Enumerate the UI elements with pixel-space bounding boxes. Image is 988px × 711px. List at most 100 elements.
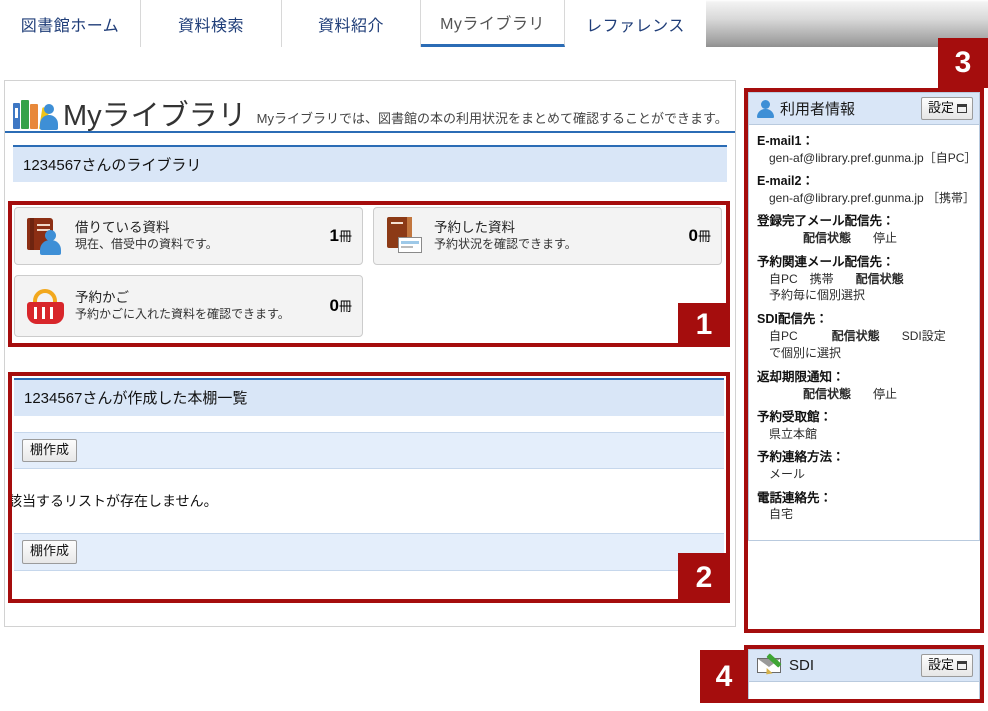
field-due-notice: 返却期限通知： 配信状態 停止 [757, 369, 971, 403]
bookshelf-toolbar-bottom: 棚作成 [14, 533, 724, 571]
field-note: 予約毎に個別選択 [769, 288, 866, 303]
settings-button-label: 設定 [927, 100, 954, 116]
top-navigation: 図書館ホーム 資料検索 資料紹介 Myライブラリ レファレンス [0, 0, 988, 47]
book-with-person-icon [25, 215, 67, 257]
status-label: 配信状態 [803, 231, 852, 245]
field-label: E-mail2： [757, 174, 814, 189]
card-count-value: 0 [688, 226, 698, 245]
page-subtitle: Myライブラリでは、図書館の本の利用状況をまとめて確認することができます。 [256, 111, 728, 126]
bookshelf-section-heading: 1234567さんが作成した本棚一覧 [14, 378, 724, 416]
user-info-panel-body: E-mail1： gen-af@library.pref.gunma.jp［自P… [749, 125, 979, 540]
books-and-user-icon [13, 97, 58, 131]
card-count-value: 1 [329, 226, 339, 245]
bookshelf-empty-message: 該当するリストが存在しません。 [8, 469, 724, 534]
bookshelf-spacer [14, 416, 724, 432]
card-description: 予約状況を確認できます。 [434, 236, 577, 251]
sdi-panel-header: SDI 設定 [749, 650, 979, 682]
sdi-panel: SDI 設定 [748, 649, 980, 703]
summary-cards: 借りている資料 現在、借受中の資料です。 1冊 予約した資料 予約状況を確認でき… [14, 207, 724, 347]
field-phone-contact: 電話連絡先： 自宅 [757, 490, 971, 523]
sdi-settings-button[interactable]: 設定 [920, 654, 973, 677]
library-section-heading: 1234567さんのライブラリ [13, 145, 727, 182]
field-pickup-library: 予約受取館： 県立本館 [757, 409, 971, 442]
field-sdi-delivery: SDI配信先： 自PC 配信状態 SDI設定 で個別に選択 [757, 311, 971, 361]
nav-tab-library-home[interactable]: 図書館ホーム [0, 0, 141, 47]
field-value: 県立本館 [769, 427, 818, 442]
field-label: 電話連絡先： [757, 490, 833, 505]
page-title: Myライブラリ [63, 100, 247, 132]
bookshelf-empty-text: 該当するリストが存在しません。 [8, 493, 218, 510]
field-value: メール [769, 467, 806, 482]
status-label: 配信状態 [831, 329, 880, 344]
field-reservation-mail: 予約関連メール配信先： 自PC 携帯 配信状態 予約毎に個別選択 [757, 254, 971, 304]
external-window-icon [957, 103, 967, 113]
field-note: で個別に選択 [769, 345, 842, 360]
targets: 自PC 携帯 [769, 271, 834, 286]
status-value: 停止 [873, 386, 898, 401]
nav-tab-material-intro[interactable]: 資料紹介 [282, 0, 421, 47]
field-value: gen-af@library.pref.gunma.jp［自PC］ [769, 150, 977, 165]
create-shelf-button-bottom[interactable]: 棚作成 [22, 540, 78, 564]
card-count-unit: 冊 [338, 229, 352, 244]
status-value: 停止 [873, 231, 898, 245]
field-value: 自PC 配信状態 SDI設定 [757, 328, 971, 345]
page-header: Myライブラリ Myライブラリでは、図書館の本の利用状況をまとめて確認することが… [5, 81, 735, 133]
page-root: 図書館ホーム 資料検索 資料紹介 Myライブラリ レファレンス Myライブラリ … [0, 0, 988, 711]
nav-tab-label: 図書館ホーム [20, 17, 120, 35]
annotation-badge-2: 2 [678, 553, 730, 603]
nav-tab-label: レファレンス [586, 17, 685, 35]
field-value: 自PC 携帯 配信状態 [757, 271, 971, 288]
library-section: 1234567さんのライブラリ [13, 145, 727, 182]
card-count: 1冊 [324, 226, 352, 246]
bookshelf-toolbar-top: 棚作成 [14, 432, 724, 470]
user-info-panel-header: 利用者情報 設定 [749, 93, 979, 125]
card-title: 借りている資料 [75, 220, 170, 236]
field-label: 予約関連メール配信先： [757, 254, 895, 269]
field-value: 配信状態 停止 [757, 230, 971, 247]
card-count-unit: 冊 [338, 299, 352, 314]
status-label: 配信状態 [803, 386, 852, 401]
create-shelf-button-top[interactable]: 棚作成 [22, 439, 78, 463]
book-with-card-icon [384, 215, 426, 257]
nav-tab-my-library[interactable]: Myライブラリ [421, 0, 565, 47]
field-value: 配信状態 停止 [757, 386, 971, 403]
basket-icon [25, 285, 67, 327]
field-email1: E-mail1： gen-af@library.pref.gunma.jp［自P… [757, 133, 977, 166]
card-count: 0冊 [683, 226, 711, 246]
card-title: 予約した資料 [434, 220, 515, 236]
annotation-badge-1: 1 [678, 303, 730, 347]
field-email2: E-mail2： gen-af@library.pref.gunma.jp ［携… [757, 173, 976, 206]
card-description: 予約かごに入れた資料を確認できます。 [75, 306, 290, 321]
nav-tab-material-search[interactable]: 資料検索 [141, 0, 282, 47]
annotation-badge-4: 4 [700, 650, 748, 703]
field-label: 登録完了メール配信先： [757, 214, 895, 229]
field-label: 返却期限通知： [757, 369, 845, 384]
card-title: 予約かご [75, 290, 129, 306]
field-value: 自宅 [769, 507, 794, 522]
bookshelf-section: 1234567さんが作成した本棚一覧 棚作成 該当するリストが存在しません。 棚… [8, 378, 724, 571]
field-label: E-mail1： [757, 134, 814, 148]
user-info-title: 利用者情報 [780, 101, 856, 118]
annotation-badge-3: 3 [938, 38, 988, 88]
sdi-setting-label: SDI設定 [901, 329, 946, 344]
field-label: 予約受取館： [757, 410, 833, 425]
field-label: 予約連絡方法： [757, 450, 845, 465]
sdi-panel-body [749, 682, 979, 702]
field-value: gen-af@library.pref.gunma.jp ［携帯］ [769, 190, 976, 205]
card-count-unit: 冊 [697, 229, 711, 244]
user-info-settings-button[interactable]: 設定 [920, 97, 973, 120]
external-window-icon [957, 660, 967, 670]
mail-pencil-icon [757, 652, 783, 677]
field-label: SDI配信先： [757, 312, 828, 327]
card-count-value: 0 [329, 296, 339, 315]
nav-tab-reference[interactable]: レファレンス [565, 0, 706, 47]
field-contact-method: 予約連絡方法： メール [757, 449, 971, 482]
card-reservation-basket[interactable]: 予約かご 予約かごに入れた資料を確認できます。 0冊 [14, 275, 363, 337]
user-icon [757, 100, 774, 118]
status-label: 配信状態 [855, 271, 904, 286]
nav-tab-label: Myライブラリ [440, 16, 545, 33]
field-registration-mail: 登録完了メール配信先： 配信状態 停止 [757, 213, 971, 247]
settings-button-label: 設定 [927, 657, 954, 673]
card-reserved-materials[interactable]: 予約した資料 予約状況を確認できます。 0冊 [373, 207, 722, 265]
card-borrowed-materials[interactable]: 借りている資料 現在、借受中の資料です。 1冊 [14, 207, 363, 265]
